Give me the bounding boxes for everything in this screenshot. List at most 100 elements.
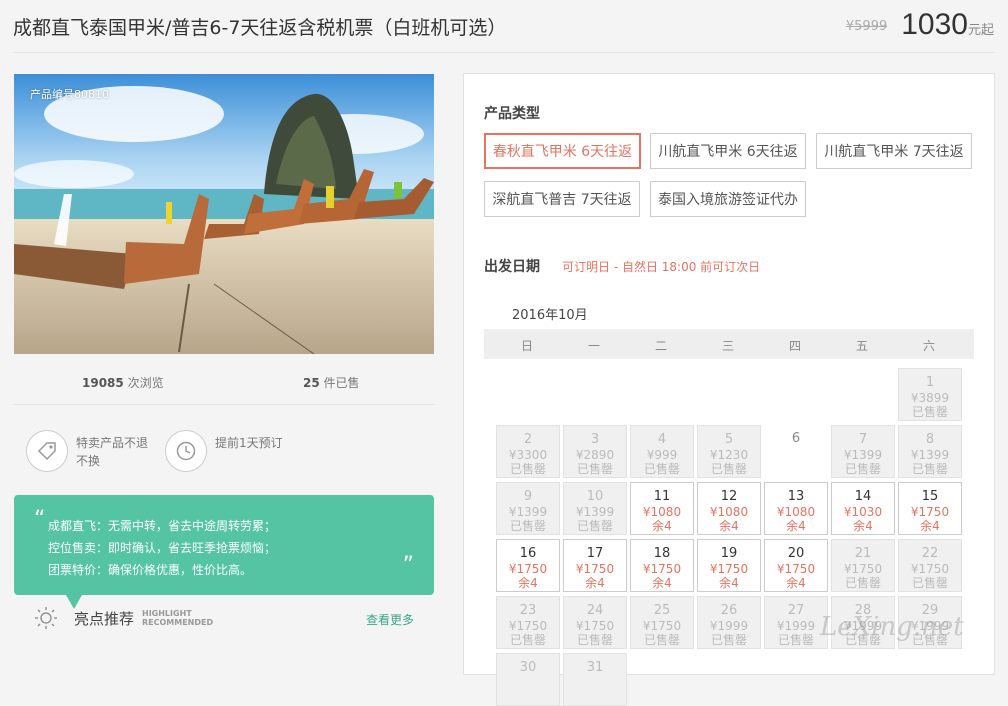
- weekday: 一: [587, 339, 600, 353]
- calendar-day[interactable]: 15 ¥1750 余4: [898, 482, 962, 535]
- calendar-day: 25 ¥1750 已售罄: [630, 596, 694, 649]
- day-price: ¥1399: [843, 448, 883, 462]
- highlight-en-line: RECOMMENDED: [142, 618, 214, 627]
- day-status: 余4: [853, 519, 873, 533]
- calendar-day[interactable]: 18 ¥1750 余4: [630, 539, 694, 592]
- calendar-day[interactable]: 14 ¥1030 余4: [831, 482, 895, 535]
- sold-stat: 25 件已售: [303, 374, 360, 391]
- tag-icon: [26, 430, 68, 472]
- departure-date-label: 出发日期: [484, 259, 540, 275]
- day-number: 26: [720, 603, 738, 618]
- day-number: 3: [590, 432, 600, 447]
- day-status: 已售罄: [576, 633, 613, 647]
- day-status: 已售罄: [509, 462, 546, 476]
- day-price: ¥1750: [642, 562, 682, 576]
- day-price: ¥1750: [843, 562, 883, 576]
- calendar-day: 10 ¥1399 已售罄: [563, 482, 627, 535]
- highlight-title: 亮点推荐: [74, 610, 135, 628]
- day-price: ¥1750: [776, 562, 816, 576]
- calendar-day: 8 ¥1399 已售罄: [898, 425, 962, 478]
- calendar-day: 2 ¥3300 已售罄: [496, 425, 560, 478]
- calendar-day[interactable]: 17 ¥1750 余4: [563, 539, 627, 592]
- weekday: 日: [520, 339, 533, 353]
- product-photo[interactable]: 产品编号80810: [14, 74, 434, 354]
- day-number: 15: [921, 489, 939, 504]
- open-quote: “: [34, 507, 46, 532]
- day-number: 22: [921, 546, 939, 561]
- highlight-box: “ 成都直飞：无需中转，省去中途周转劳累； 控位售卖：即时确认，省去旺季抢票烦恼…: [14, 495, 434, 609]
- calendar-day[interactable]: 11 ¥1080 余4: [630, 482, 694, 535]
- divider: [14, 52, 994, 53]
- feature-advance-booking: 提前1天预订: [165, 430, 315, 474]
- product-stats: 19085 次浏览 25 件已售: [14, 354, 434, 405]
- option-sichuan-krabi-6d[interactable]: 川航直飞甲米 6天往返: [650, 133, 806, 169]
- day-price: ¥1230: [709, 448, 749, 462]
- calendar-day[interactable]: 19 ¥1750 余4: [697, 539, 761, 592]
- option-shenzhen-phuket-7d[interactable]: 深航直飞普吉 7天往返: [484, 181, 640, 217]
- option-thai-visa[interactable]: 泰国入境旅游签证代办: [650, 181, 806, 217]
- booking-panel: 产品类型 春秋直飞甲米 6天往返 川航直飞甲米 6天往返 川航直飞甲米 7天往返…: [463, 73, 995, 706]
- weekday: 四: [788, 339, 801, 353]
- views-count: 19085: [82, 376, 124, 390]
- day-status: 余4: [719, 576, 739, 590]
- day-number: 23: [519, 603, 537, 618]
- day-price: ¥1750: [508, 619, 548, 633]
- calendar-day[interactable]: 12 ¥1080 余4: [697, 482, 761, 535]
- day-status: 已售罄: [509, 519, 546, 533]
- day-number: 27: [787, 603, 805, 618]
- highlight-header: 亮点推荐 HIGHLIGHT RECOMMENDED 查看更多: [14, 600, 434, 636]
- day-number: 10: [586, 489, 604, 504]
- feature-text: 特卖产品不退不换: [76, 436, 149, 468]
- option-sichuan-krabi-7d[interactable]: 川航直飞甲米 7天往返: [816, 133, 972, 169]
- weekday: 二: [654, 339, 667, 353]
- day-status: 已售罄: [777, 633, 814, 647]
- product-features: 特卖产品不退不换 提前1天预订: [14, 405, 434, 496]
- day-price: ¥1399: [575, 505, 615, 519]
- day-price: ¥1030: [843, 505, 883, 519]
- day-price: ¥3300: [508, 448, 548, 462]
- price-box: ¥5999 1030元起: [846, 8, 994, 42]
- option-spring-krabi-6d[interactable]: 春秋直飞甲米 6天往返: [484, 133, 641, 169]
- highlight-line: 团票特价：确保价格优惠，性价比高。: [48, 563, 253, 577]
- day-price: ¥1080: [642, 505, 682, 519]
- day-number: 18: [653, 546, 671, 561]
- calendar-day: 3 ¥2890 已售罄: [563, 425, 627, 478]
- calendar-day: 27 ¥1999 已售罄: [764, 596, 828, 649]
- feature-no-refund: 特卖产品不退不换: [26, 430, 176, 474]
- day-number: 9: [523, 489, 533, 504]
- weekday: 三: [721, 339, 734, 353]
- original-price: ¥5999: [845, 19, 888, 34]
- day-status: 已售罄: [576, 462, 613, 476]
- booking-note: 可订明日 - 自然日 18:00 前可订次日: [562, 260, 761, 274]
- month-tab[interactable]: 2016年10月: [512, 304, 588, 331]
- day-status: 已售罄: [911, 462, 948, 476]
- day-status: 已售罄: [911, 405, 948, 419]
- page-title: 成都直飞泰国甲米/普吉6-7天往返含税机票（白班机可选）: [13, 17, 507, 39]
- calendar-day[interactable]: 13 ¥1080 余4: [764, 482, 828, 535]
- day-price: ¥1999: [709, 619, 749, 633]
- highlight-lines: 成都直飞：无需中转，省去中途周转劳累； 控位售卖：即时确认，省去旺季抢票烦恼； …: [48, 515, 276, 581]
- highlight-subtitle: HIGHLIGHT RECOMMENDED: [142, 609, 213, 627]
- day-price: ¥1399: [910, 448, 950, 462]
- views-stat: 19085 次浏览: [82, 374, 164, 391]
- weekday: 六: [922, 339, 935, 353]
- view-more-link[interactable]: 查看更多: [366, 611, 414, 628]
- day-price: ¥1750: [508, 562, 548, 576]
- calendar-day[interactable]: 20 ¥1750 余4: [764, 539, 828, 592]
- day-status: 余4: [920, 519, 940, 533]
- highlight-en-line: HIGHLIGHT: [142, 609, 192, 618]
- day-number: 12: [720, 489, 738, 504]
- calendar-day: 23 ¥1750 已售罄: [496, 596, 560, 649]
- close-quote: ”: [402, 553, 414, 578]
- sold-label: 件已售: [319, 376, 360, 390]
- calendar-day[interactable]: 16 ¥1750 余4: [496, 539, 560, 592]
- day-price: ¥1750: [709, 562, 749, 576]
- day-price: ¥1999: [776, 619, 816, 633]
- calendar-day: 5 ¥1230 已售罄: [697, 425, 761, 478]
- calendar-day: 26 ¥1999 已售罄: [697, 596, 761, 649]
- day-status: 余4: [786, 519, 806, 533]
- day-price: ¥2890: [575, 448, 615, 462]
- views-label: 次浏览: [123, 376, 164, 390]
- day-number: 24: [586, 603, 604, 618]
- day-status: 已售罄: [844, 462, 881, 476]
